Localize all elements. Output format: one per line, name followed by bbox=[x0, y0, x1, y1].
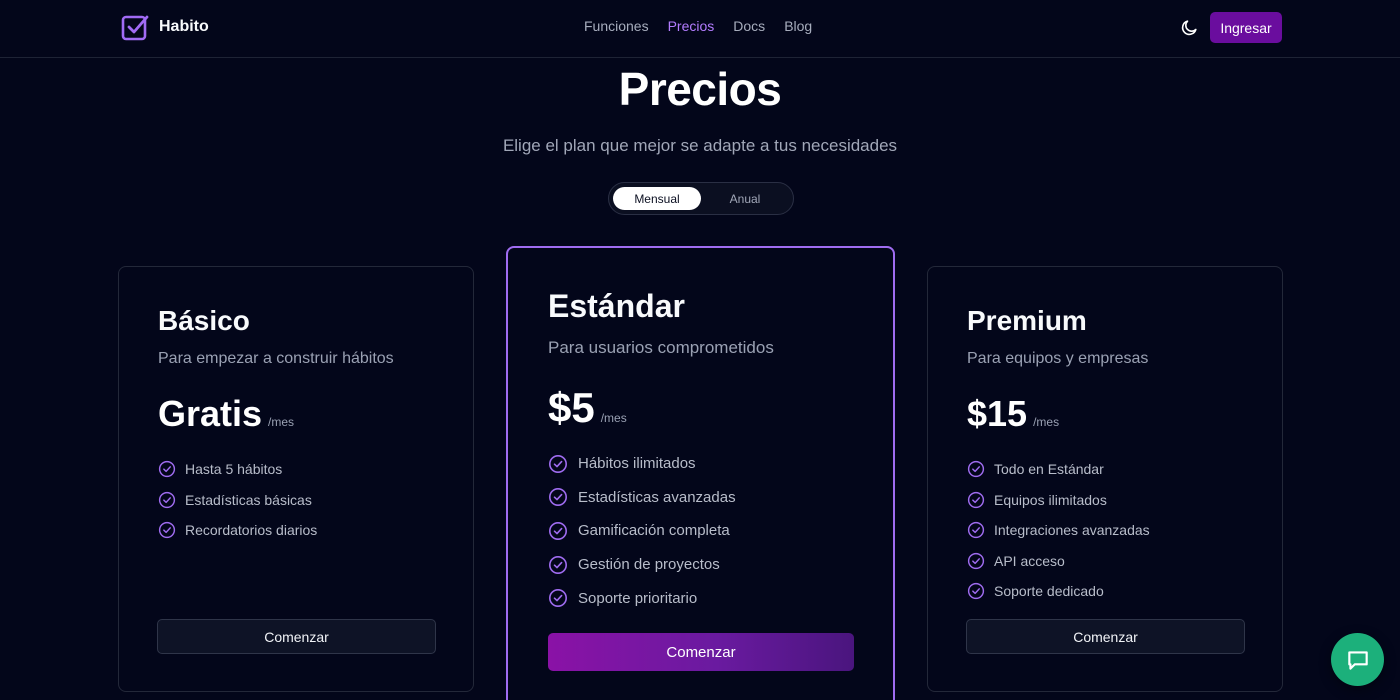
check-circle-icon bbox=[158, 522, 176, 539]
plan-description: Para usuarios comprometidos bbox=[548, 338, 774, 357]
plan-name: Estándar bbox=[548, 288, 685, 324]
price-period: /mes bbox=[1033, 415, 1060, 429]
feature-item: Gamificación completa bbox=[548, 514, 736, 548]
start-button-basic[interactable]: Comenzar bbox=[157, 619, 436, 654]
login-button[interactable]: Ingresar bbox=[1210, 12, 1282, 43]
feature-label: Hábitos ilimitados bbox=[578, 455, 696, 473]
plan-description: Para equipos y empresas bbox=[967, 350, 1149, 367]
check-circle-icon bbox=[549, 521, 567, 540]
brand-logo[interactable]: Habito bbox=[121, 13, 209, 41]
billing-option-monthly[interactable]: Mensual bbox=[613, 187, 701, 210]
feature-label: Hasta 5 hábitos bbox=[185, 461, 283, 478]
check-circle-icon bbox=[158, 461, 176, 478]
plan-price: $5 /mes bbox=[548, 384, 627, 432]
feature-item: Hasta 5 hábitos bbox=[158, 454, 317, 485]
billing-option-yearly[interactable]: Anual bbox=[705, 187, 785, 210]
nav-link-precios[interactable]: Precios bbox=[668, 18, 715, 34]
check-circle-icon bbox=[967, 522, 985, 539]
start-button-premium[interactable]: Comenzar bbox=[966, 619, 1245, 654]
feature-item: Recordatorios diarios bbox=[158, 515, 317, 546]
chat-button[interactable] bbox=[1331, 633, 1384, 686]
feature-item: Todo en Estándar bbox=[967, 454, 1150, 485]
feature-label: Recordatorios diarios bbox=[185, 522, 318, 539]
feature-list: Todo en Estándar Equipos ilimitados Inte… bbox=[967, 454, 1150, 607]
feature-list: Hasta 5 hábitos Estadísticas básicas Rec… bbox=[158, 454, 317, 546]
feature-label: Equipos ilimitados bbox=[994, 491, 1107, 508]
feature-label: Integraciones avanzadas bbox=[994, 522, 1150, 539]
billing-period-toggle: Mensual Anual bbox=[608, 182, 794, 215]
plan-description: Para empezar a construir hábitos bbox=[158, 350, 394, 367]
check-circle-icon bbox=[967, 461, 985, 478]
check-circle-icon bbox=[549, 555, 567, 574]
checkbox-logo-icon bbox=[121, 15, 149, 41]
feature-item: Integraciones avanzadas bbox=[967, 515, 1150, 546]
feature-label: Estadísticas básicas bbox=[185, 491, 312, 508]
plan-card-premium: Premium Para equipos y empresas $15 /mes… bbox=[927, 266, 1283, 692]
plan-price: Gratis /mes bbox=[158, 393, 294, 435]
price-amount: $5 bbox=[548, 384, 595, 431]
feature-label: Gamificación completa bbox=[578, 522, 730, 540]
feature-list: Hábitos ilimitados Estadísticas avanzada… bbox=[548, 447, 736, 615]
page-subtitle: Elige el plan que mejor se adapte a tus … bbox=[502, 136, 898, 155]
feature-label: Gestión de proyectos bbox=[578, 556, 720, 574]
plan-name: Básico bbox=[158, 305, 250, 336]
check-circle-icon bbox=[158, 491, 176, 508]
feature-item: Soporte prioritario bbox=[548, 581, 736, 615]
page-title: Precios bbox=[618, 63, 782, 115]
feature-item: Equipos ilimitados bbox=[967, 485, 1150, 516]
price-period: /mes bbox=[600, 411, 627, 425]
feature-item: Soporte dedicado bbox=[967, 576, 1150, 607]
nav-link-docs[interactable]: Docs bbox=[733, 18, 765, 34]
feature-label: Soporte prioritario bbox=[578, 589, 698, 607]
check-circle-icon bbox=[549, 589, 567, 608]
feature-item: Estadísticas básicas bbox=[158, 485, 317, 516]
feature-label: Soporte dedicado bbox=[994, 583, 1104, 600]
nav-link-funciones[interactable]: Funciones bbox=[584, 18, 649, 34]
brand-name: Habito bbox=[159, 18, 209, 35]
price-amount: $15 bbox=[967, 393, 1028, 434]
plan-name: Premium bbox=[967, 305, 1087, 336]
feature-item: Gestión de proyectos bbox=[548, 548, 736, 582]
feature-item: Estadísticas avanzadas bbox=[548, 481, 736, 515]
check-circle-icon bbox=[967, 491, 985, 508]
plan-card-standard: Estándar Para usuarios comprometidos $5 … bbox=[506, 246, 895, 700]
check-circle-icon bbox=[967, 583, 985, 600]
feature-item: API acceso bbox=[967, 546, 1150, 577]
start-button-standard[interactable]: Comenzar bbox=[548, 633, 854, 671]
price-amount: Gratis bbox=[158, 393, 263, 434]
moon-icon[interactable] bbox=[1180, 18, 1199, 37]
chat-bubble-icon bbox=[1347, 650, 1368, 670]
feature-label: Estadísticas avanzadas bbox=[578, 488, 736, 506]
feature-label: API acceso bbox=[994, 552, 1065, 569]
check-circle-icon bbox=[549, 488, 567, 507]
check-circle-icon bbox=[549, 454, 567, 473]
site-header: Habito Funciones Precios Docs Blog Ingre… bbox=[0, 0, 1400, 58]
plan-price: $15 /mes bbox=[967, 393, 1059, 435]
feature-label: Todo en Estándar bbox=[994, 461, 1104, 478]
main-nav: Funciones Precios Docs Blog bbox=[584, 18, 812, 34]
check-circle-icon bbox=[967, 552, 985, 569]
plan-card-basic: Básico Para empezar a construir hábitos … bbox=[118, 266, 474, 692]
feature-item: Hábitos ilimitados bbox=[548, 447, 736, 481]
price-period: /mes bbox=[268, 415, 295, 429]
nav-link-blog[interactable]: Blog bbox=[784, 18, 812, 34]
